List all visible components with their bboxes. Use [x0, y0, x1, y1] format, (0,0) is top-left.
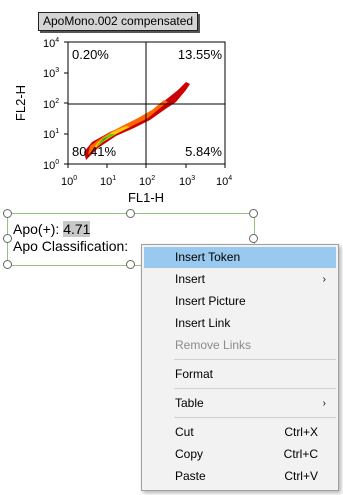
menu-separator	[174, 388, 336, 389]
menu-item-label: Table	[175, 396, 204, 410]
svg-text:100: 100	[43, 159, 59, 172]
menu-separator	[174, 417, 336, 418]
resize-handle-bottom-center[interactable]	[126, 260, 135, 269]
apo-label: Apo(+):	[13, 221, 64, 237]
menu-item-label: Insert Token	[175, 250, 241, 264]
menu-shortcut: Ctrl+C	[283, 447, 318, 461]
y-tick-base: 10	[43, 68, 55, 80]
y-tick-exp: 4	[55, 37, 59, 44]
menu-item-cut[interactable]: Cut Ctrl+X	[144, 422, 336, 443]
menu-item-insert-link[interactable]: Insert Link	[144, 313, 336, 334]
menu-item-label: Insert	[175, 272, 206, 286]
svg-text:100: 100	[61, 175, 77, 188]
y-tick-labels: 104 103 102 101 100	[43, 37, 59, 172]
quadrant-upper-right: 13.55%	[178, 47, 223, 62]
svg-text:102: 102	[43, 98, 59, 111]
x-tick-exp: 4	[228, 175, 232, 182]
svg-text:103: 103	[43, 67, 59, 80]
context-menu: Insert Token Insert › Insert Picture Inse…	[141, 244, 339, 491]
submenu-arrow-icon: ›	[322, 398, 326, 409]
menu-shortcut: Ctrl+V	[284, 469, 318, 483]
x-tick-base: 10	[100, 176, 112, 188]
menu-shortcut: Ctrl+X	[284, 425, 318, 439]
svg-text:101: 101	[100, 175, 116, 188]
resize-handle-top-left[interactable]	[3, 209, 12, 218]
menu-item-label: Insert Link	[175, 316, 231, 330]
x-tick-base: 10	[216, 176, 228, 188]
svg-text:102: 102	[139, 175, 155, 188]
x-tick-base: 10	[139, 176, 151, 188]
y-axis-label: FL2-H	[13, 85, 28, 121]
menu-item-paste[interactable]: Paste Ctrl+V	[144, 466, 336, 487]
quadrant-lower-right: 5.84%	[185, 144, 222, 159]
quadrant-lower-left: 80.41%	[72, 144, 117, 159]
svg-text:103: 103	[179, 175, 195, 188]
x-tick-labels: 100 101 102 103 104	[61, 175, 232, 188]
y-tick-base: 10	[43, 38, 55, 50]
menu-item-label: Cut	[175, 425, 194, 439]
y-tick-base: 10	[43, 129, 55, 141]
x-tick-exp: 2	[151, 175, 155, 182]
menu-item-format[interactable]: Format	[144, 364, 336, 385]
menu-item-label: Format	[175, 367, 214, 381]
resize-handle-bottom-left[interactable]	[3, 260, 12, 269]
quadrant-upper-left: 0.20%	[72, 47, 109, 62]
menu-item-insert-token[interactable]: Insert Token	[144, 247, 336, 268]
svg-text:104: 104	[216, 175, 232, 188]
y-tick-exp: 0	[55, 159, 59, 166]
menu-item-remove-links: Remove Links	[144, 335, 336, 356]
x-tick-exp: 3	[191, 175, 195, 182]
y-tick-base: 10	[43, 160, 55, 172]
x-tick-exp: 0	[73, 175, 77, 182]
menu-separator	[174, 359, 336, 360]
svg-text:101: 101	[43, 128, 59, 141]
menu-item-label: Insert Picture	[175, 294, 246, 308]
svg-text:104: 104	[43, 37, 59, 50]
classification-label: Apo Classification:	[13, 238, 129, 254]
menu-item-insert-picture[interactable]: Insert Picture	[144, 291, 336, 312]
menu-item-label: Paste	[175, 469, 206, 483]
apo-value-token[interactable]: 4.71	[63, 221, 91, 237]
submenu-arrow-icon: ›	[322, 274, 326, 285]
resize-handle-top-center[interactable]	[126, 209, 135, 218]
menu-item-insert[interactable]: Insert ›	[144, 269, 336, 290]
dot-plot[interactable]: 0.20% 13.55% 80.41% 5.84% 104 103 102 10…	[0, 30, 250, 210]
y-tick-exp: 1	[55, 128, 59, 135]
menu-item-copy[interactable]: Copy Ctrl+C	[144, 444, 336, 465]
x-tick-base: 10	[61, 176, 73, 188]
plot-title-badge[interactable]: ApoMono.002 compensated	[38, 12, 199, 31]
resize-handle-top-right[interactable]	[249, 209, 258, 218]
resize-handle-middle-right[interactable]	[249, 234, 258, 243]
apo-line: Apo(+): 4.71	[13, 221, 91, 237]
y-tick-exp: 2	[55, 98, 59, 105]
y-tick-exp: 3	[55, 67, 59, 74]
x-tick-exp: 1	[112, 175, 116, 182]
menu-item-table[interactable]: Table ›	[144, 393, 336, 414]
resize-handle-middle-left[interactable]	[3, 234, 12, 243]
y-tick-base: 10	[43, 99, 55, 111]
menu-item-label: Remove Links	[175, 338, 252, 352]
menu-item-label: Copy	[175, 447, 204, 461]
x-axis-label: FL1-H	[128, 190, 164, 205]
x-tick-base: 10	[179, 176, 191, 188]
